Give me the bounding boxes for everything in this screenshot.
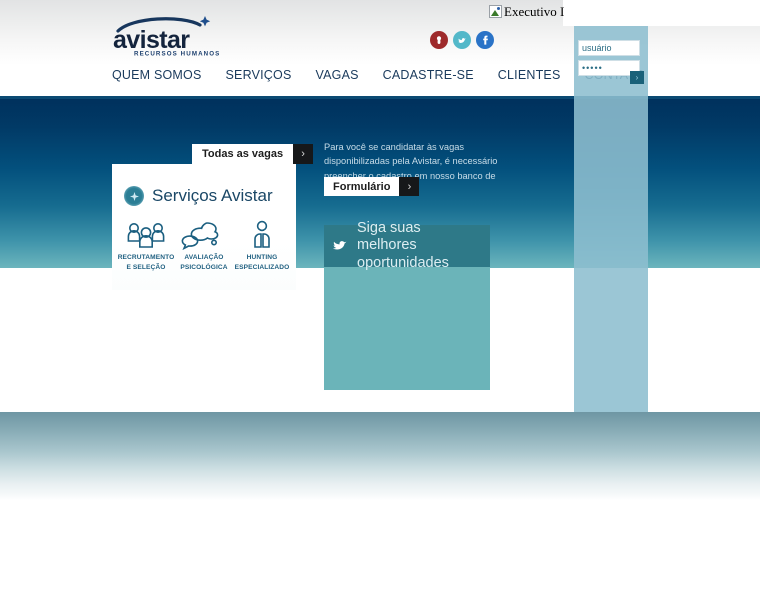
todas-as-vagas-tab[interactable]: Todas as vagas › xyxy=(192,144,314,164)
service-label-line1: AVALIAÇÃO xyxy=(184,254,224,261)
service-label-line2: E SELEÇÃO xyxy=(126,263,166,271)
service-label-avaliacao: AVALIAÇÃO PSICOLÓGICA xyxy=(180,253,227,272)
speech-bubbles-icon xyxy=(181,218,227,250)
service-label-hunting: HUNTING ESPECIALIZADO xyxy=(235,253,290,272)
services-heading: Serviços Avistar xyxy=(124,186,273,206)
services-item-list: RECRUTAMENTO E SELEÇÃO AVALIAÇÃO PSICOLÓ… xyxy=(118,218,290,272)
login-submit-button[interactable]: › xyxy=(630,71,644,84)
formulario-arrow-button[interactable]: › xyxy=(399,177,420,196)
header-notch xyxy=(563,0,760,26)
facebook-icon[interactable] xyxy=(476,31,494,49)
todas-as-vagas-arrow-button[interactable]: › xyxy=(293,144,314,164)
service-label-line1: RECRUTAMENTO xyxy=(117,254,175,261)
twitter-panel-header: Siga suas melhores oportunidades xyxy=(324,220,490,271)
nav-item-servicos[interactable]: SERVIÇOS xyxy=(226,68,292,82)
service-item-recrutamento[interactable]: RECRUTAMENTO E SELEÇÃO xyxy=(118,218,174,272)
footer-gradient xyxy=(0,412,760,500)
google-plus-icon[interactable] xyxy=(430,31,448,49)
twitter-bird-icon xyxy=(332,236,349,256)
people-group-icon xyxy=(124,218,168,250)
service-label-line2: ESPECIALIZADO xyxy=(234,263,290,271)
login-panel: › xyxy=(574,26,648,412)
page-root: Executivo I avistar RECURSOS HUMANOS QUE… xyxy=(0,0,760,600)
two-persons-icon xyxy=(245,218,279,250)
formulario-button[interactable]: Formulário › xyxy=(324,177,420,196)
username-input[interactable] xyxy=(578,40,640,56)
site-logo[interactable]: avistar RECURSOS HUMANOS xyxy=(110,14,220,58)
broken-image-placeholder: Executivo I xyxy=(489,3,564,20)
main-navigation: QUEM SOMOS SERVIÇOS VAGAS CADASTRE-SE CL… xyxy=(112,68,645,82)
nav-item-clientes[interactable]: CLIENTES xyxy=(498,68,561,82)
service-label-line1: HUNTING xyxy=(246,254,278,261)
nav-item-cadastre-se[interactable]: CADASTRE-SE xyxy=(383,68,474,82)
twitter-panel-title: Siga suas melhores oportunidades xyxy=(357,220,482,271)
svg-text:RECURSOS HUMANOS: RECURSOS HUMANOS xyxy=(134,51,220,58)
diamond-circle-icon xyxy=(124,186,144,206)
services-heading-title: Serviços Avistar xyxy=(152,186,273,205)
todas-as-vagas-label[interactable]: Todas as vagas xyxy=(192,144,294,164)
nav-item-vagas[interactable]: VAGAS xyxy=(316,68,359,82)
broken-image-alt-text: Executivo I xyxy=(504,3,565,19)
twitter-panel: Siga suas melhores oportunidades xyxy=(324,220,490,390)
twitter-feed-area[interactable] xyxy=(324,267,490,390)
service-item-avaliacao[interactable]: AVALIAÇÃO PSICOLÓGICA xyxy=(176,218,232,272)
broken-image-icon xyxy=(489,5,502,18)
nav-item-quem-somos[interactable]: QUEM SOMOS xyxy=(112,68,202,82)
service-label-line2: PSICOLÓGICA xyxy=(180,263,228,271)
formulario-button-label[interactable]: Formulário xyxy=(324,177,400,196)
service-label-recrutamento: RECRUTAMENTO E SELEÇÃO xyxy=(118,253,175,272)
twitter-icon[interactable] xyxy=(453,31,471,49)
twitter-title-line2: oportunidades xyxy=(357,254,449,271)
service-item-hunting[interactable]: HUNTING ESPECIALIZADO xyxy=(234,218,290,272)
social-links xyxy=(430,31,494,49)
services-card: Serviços Avistar RECRUTAMENTO E SELEÇÃO … xyxy=(112,164,296,290)
twitter-title-line1: Siga suas melhores xyxy=(357,220,421,254)
footer-bottom-white xyxy=(0,500,760,600)
